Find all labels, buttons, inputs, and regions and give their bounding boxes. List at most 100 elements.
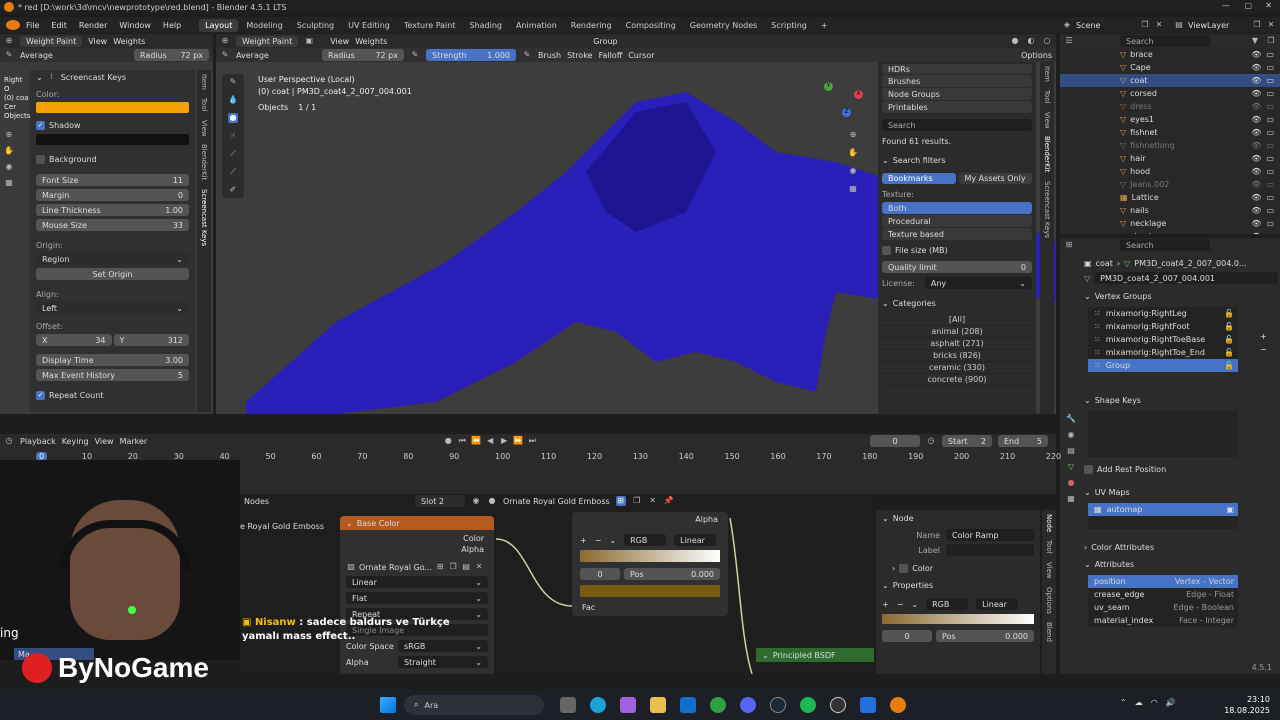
- category-item[interactable]: animal (208): [882, 326, 1032, 338]
- eye-icon[interactable]: 👁: [1251, 63, 1261, 72]
- camera-icon[interactable]: ▭: [1266, 128, 1274, 137]
- weights-menu[interactable]: Weights: [355, 37, 387, 46]
- attributes-header[interactable]: ⌄ Attributes: [1084, 560, 1278, 569]
- node-color-row[interactable]: › Color: [882, 564, 1034, 573]
- tab-rendering[interactable]: Rendering: [565, 19, 618, 32]
- outliner-search[interactable]: Search: [1120, 35, 1210, 47]
- camera-icon[interactable]: ▭: [1266, 167, 1274, 176]
- options-menu[interactable]: Options: [1021, 51, 1052, 60]
- max-event-field[interactable]: Max Event History 5: [36, 369, 189, 381]
- view-layer-selector[interactable]: ViewLayer: [1188, 21, 1248, 30]
- editor-type-icon[interactable]: ⊕: [220, 36, 230, 46]
- left-mode-selector[interactable]: Weight Paint: [20, 35, 83, 47]
- quality-limit-field[interactable]: Quality limit 0: [882, 261, 1032, 273]
- shadow-checkbox-row[interactable]: ✓ Shadow: [36, 121, 189, 130]
- outliner-row-necklage[interactable]: ▽ necklage 👁 ▭: [1060, 217, 1280, 230]
- color-attributes-header[interactable]: › Color Attributes: [1084, 543, 1278, 552]
- side-tab-view[interactable]: View: [1043, 108, 1051, 133]
- side-tab-item[interactable]: Item: [1043, 62, 1051, 86]
- copilot-icon[interactable]: [620, 697, 636, 713]
- pressure-icon[interactable]: ✎: [410, 50, 420, 60]
- falloff-menu[interactable]: Falloff: [599, 51, 623, 60]
- sample-tool-icon[interactable]: ⟋: [228, 167, 238, 177]
- tab-texture-paint[interactable]: Texture Paint: [398, 19, 462, 32]
- delete-scene-icon[interactable]: ✕: [1154, 20, 1164, 30]
- tab-compositing[interactable]: Compositing: [620, 19, 682, 32]
- eye-icon[interactable]: 👁: [1251, 76, 1261, 85]
- texture-tab-icon[interactable]: ▦: [1066, 494, 1076, 504]
- chrome-icon[interactable]: [710, 697, 726, 713]
- volume-icon[interactable]: 🔊: [1166, 698, 1176, 707]
- start-frame-field[interactable]: Start 2: [942, 435, 992, 447]
- display-time-field[interactable]: Display Time 3.00: [36, 354, 189, 366]
- eye-icon[interactable]: 👁: [1251, 141, 1261, 150]
- lock-icon[interactable]: 🔓: [1224, 309, 1238, 318]
- jump-start-icon[interactable]: ⏮: [457, 436, 467, 446]
- node-panel-header[interactable]: ⌄ Node: [882, 514, 1034, 523]
- vertex-group-row[interactable]: ⁙ mixamorig:RightToeBase 🔓: [1088, 333, 1238, 346]
- eye-icon[interactable]: 👁: [1251, 167, 1261, 176]
- background-checkbox-row[interactable]: Background: [36, 155, 189, 164]
- mesh-name-field[interactable]: PM3D_coat4_2_007_004.001: [1094, 272, 1278, 284]
- brush-menu[interactable]: Brush: [538, 51, 561, 60]
- shading-material-icon[interactable]: ◐: [1026, 36, 1036, 46]
- timeline-view-menu[interactable]: View: [95, 437, 114, 446]
- tab-layout[interactable]: Layout: [199, 18, 239, 32]
- node-label-field[interactable]: [946, 544, 1034, 556]
- vertex-group-row[interactable]: ⁙ mixamorig:RightLeg 🔓: [1088, 307, 1238, 320]
- draw-tool-icon[interactable]: ✎: [228, 77, 238, 87]
- uv-map-row[interactable]: ▦ automap ▣: [1088, 503, 1238, 516]
- sidebar-ramp-mode[interactable]: RGB: [926, 598, 969, 610]
- tab-animation[interactable]: Animation: [510, 19, 563, 32]
- outlook-icon[interactable]: [680, 697, 696, 713]
- gradient-tool-icon[interactable]: ⟋: [228, 149, 238, 159]
- outliner-row-shocks[interactable]: ▽ shocks 👁 ▭: [1060, 230, 1280, 234]
- file-explorer-icon[interactable]: [650, 697, 666, 713]
- shadow-checkbox[interactable]: ✓: [36, 121, 45, 130]
- strength-pressure-icon[interactable]: ✎: [522, 50, 532, 60]
- chevron-down-icon[interactable]: ⌄: [911, 600, 918, 609]
- align-dropdown[interactable]: Left ⌄: [36, 302, 189, 314]
- new-view-layer-icon[interactable]: ❐: [1252, 20, 1262, 30]
- pan-hand-icon[interactable]: ✋: [4, 146, 14, 156]
- spotify-icon[interactable]: [800, 697, 816, 713]
- blender-menu-icon[interactable]: [6, 20, 20, 30]
- camera-icon[interactable]: ◉: [4, 162, 14, 172]
- app-icon[interactable]: [860, 697, 876, 713]
- attribute-row[interactable]: uv_seam Edge - Boolean: [1088, 601, 1238, 614]
- license-dropdown[interactable]: Any ⌄: [924, 277, 1032, 289]
- camera-icon[interactable]: ▭: [1266, 76, 1274, 85]
- outliner-row-fishnetlong[interactable]: ▽ fishnetlong 👁 ▭: [1060, 139, 1280, 152]
- scene-selector[interactable]: Scene: [1076, 21, 1136, 30]
- clock-icon[interactable]: ◷: [926, 436, 936, 446]
- category-item[interactable]: bricks (826): [882, 350, 1032, 362]
- remove-icon[interactable]: −: [897, 600, 904, 609]
- eye-icon[interactable]: 👁: [1251, 89, 1261, 98]
- camera-icon[interactable]: ▭: [1266, 141, 1274, 150]
- menu-edit[interactable]: Edit: [45, 21, 73, 30]
- asset-item-printables[interactable]: Printables: [882, 101, 1032, 113]
- tray-chevron-up-icon[interactable]: ⌃: [1120, 698, 1127, 707]
- breadcrumb-object[interactable]: coat: [1096, 259, 1113, 268]
- left-weights-menu[interactable]: Weights: [113, 37, 145, 46]
- tab-geometry-nodes[interactable]: Geometry Nodes: [684, 19, 763, 32]
- average-tool-icon[interactable]: ●: [228, 113, 238, 123]
- play-icon[interactable]: ▶: [499, 436, 509, 446]
- principled-bsdf-node[interactable]: ⌄ Principled BSDF: [756, 648, 874, 662]
- background-checkbox[interactable]: [36, 155, 45, 164]
- uv-maps-header[interactable]: ⌄ UV Maps: [1084, 488, 1278, 497]
- next-keyframe-icon[interactable]: ⏩: [513, 436, 523, 446]
- editor-type-icon[interactable]: ◷: [4, 436, 14, 446]
- texture-both[interactable]: Both: [882, 202, 1032, 214]
- grid-icon[interactable]: ▦: [848, 184, 858, 194]
- camera-icon[interactable]: ▭: [1266, 206, 1274, 215]
- zoom-icon[interactable]: ⊕: [848, 130, 858, 140]
- outliner-row-eyes1[interactable]: ▽ eyes1 👁 ▭: [1060, 113, 1280, 126]
- menu-help[interactable]: Help: [157, 21, 187, 30]
- wifi-icon[interactable]: ◠: [1151, 698, 1158, 707]
- camera-icon[interactable]: ▭: [1266, 50, 1274, 59]
- camera-icon[interactable]: ▭: [1266, 219, 1274, 228]
- texture-based[interactable]: Texture based: [882, 228, 1032, 240]
- lock-icon[interactable]: 🔓: [1224, 361, 1238, 370]
- search-filters-header[interactable]: ⌄ Search filters: [882, 156, 1032, 165]
